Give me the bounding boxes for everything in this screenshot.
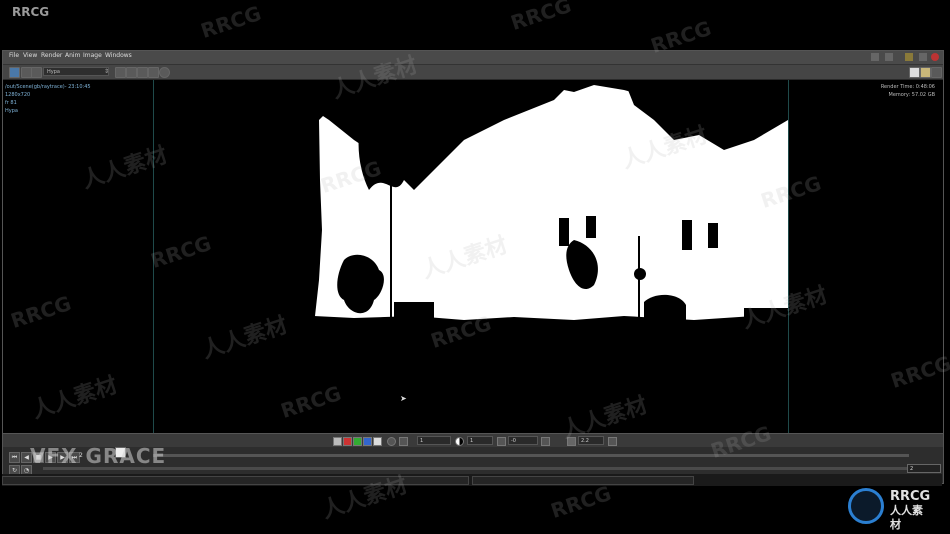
render-info-overlay: /out/Scene(gb/raytrace)- 23:10:45 1280x7… bbox=[5, 83, 91, 115]
minimize-icon[interactable] bbox=[919, 53, 927, 61]
frame-range-slider[interactable] bbox=[43, 467, 909, 470]
view-options-icon[interactable] bbox=[931, 67, 942, 78]
timeline-scrubber[interactable] bbox=[153, 454, 909, 457]
rrcg-logo-icon bbox=[848, 488, 884, 524]
mouse-cursor-icon: ➤ bbox=[400, 394, 407, 403]
select-arrow-icon: ⇕ bbox=[104, 68, 110, 75]
region-icon[interactable] bbox=[126, 67, 137, 78]
watermark-text: RRCG bbox=[547, 481, 615, 523]
offset-icon[interactable] bbox=[497, 437, 506, 446]
status-segment-left bbox=[2, 476, 469, 485]
grid-icon[interactable] bbox=[608, 437, 617, 446]
menu-view[interactable]: View bbox=[23, 52, 37, 59]
render-icon[interactable] bbox=[9, 67, 20, 78]
menu-windows[interactable]: Windows bbox=[105, 52, 132, 59]
channel-green-icon[interactable] bbox=[353, 437, 362, 446]
menu-image[interactable]: Image bbox=[83, 52, 102, 59]
exposure-icon[interactable] bbox=[455, 437, 464, 446]
render-view-window: File View Render Anim Image Windows Hypa… bbox=[2, 50, 944, 484]
rendered-mask-image bbox=[154, 80, 788, 433]
render-stats-overlay: Render Time: 0:48:06 Memory: 57.02 GB bbox=[881, 83, 935, 99]
view-single-icon[interactable] bbox=[909, 67, 920, 78]
info-icon[interactable] bbox=[159, 67, 170, 78]
menu-bar: File View Render Anim Image Windows bbox=[3, 51, 943, 65]
brand-name-cn: 人人素材 bbox=[890, 504, 923, 531]
channel-count-field[interactable]: 1 bbox=[417, 436, 451, 445]
view-color-icon[interactable] bbox=[920, 67, 931, 78]
close-icon[interactable] bbox=[931, 53, 939, 61]
channel-red-icon[interactable] bbox=[343, 437, 352, 446]
lut-icon[interactable] bbox=[541, 437, 550, 446]
pin-icon[interactable] bbox=[885, 53, 893, 61]
channel-blue-icon[interactable] bbox=[363, 437, 372, 446]
camera-icon[interactable] bbox=[148, 67, 159, 78]
lock-icon[interactable] bbox=[137, 67, 148, 78]
frame-label: fr 81 bbox=[5, 100, 17, 106]
offset-field[interactable]: -0 bbox=[508, 436, 538, 445]
brand-name: RRCG bbox=[890, 489, 931, 504]
gamma-icon[interactable] bbox=[567, 437, 576, 446]
frame-end-field[interactable]: 2 bbox=[907, 464, 941, 473]
brand-logo-block: RRCG 人人素材 bbox=[848, 488, 930, 531]
view-mode-icon[interactable] bbox=[399, 437, 408, 446]
vfx-grace-watermark: VFX GRACE bbox=[30, 444, 167, 468]
render-path-label: /out/Scene(gb/raytrace)- 23:10:45 bbox=[5, 84, 91, 90]
renderer-select[interactable]: Hypa bbox=[43, 67, 109, 76]
menu-render[interactable]: Render bbox=[41, 52, 62, 59]
toolbar: Hypa ⇕ bbox=[3, 65, 943, 80]
menu-file[interactable]: File bbox=[9, 52, 19, 59]
exposure-field[interactable]: 1 bbox=[467, 436, 493, 445]
settings-icon[interactable] bbox=[905, 53, 913, 61]
channel-rgb-icon[interactable] bbox=[333, 437, 342, 446]
render-time-label: Render Time: 0:48:06 bbox=[880, 84, 935, 90]
status-bar bbox=[2, 474, 942, 486]
top-watermark-title: RRCG bbox=[12, 5, 50, 19]
image-border-right bbox=[788, 80, 789, 433]
watermark-text: RRCG bbox=[507, 0, 575, 35]
renderer-label: Hypa bbox=[5, 108, 18, 114]
channel-alpha-icon[interactable] bbox=[373, 437, 382, 446]
memory-label: Memory: 57.02 GB bbox=[888, 92, 935, 98]
menu-anim[interactable]: Anim bbox=[65, 52, 80, 59]
help-icon[interactable] bbox=[871, 53, 879, 61]
watermark-text: RRCG bbox=[197, 1, 265, 43]
brand-text: RRCG 人人素材 bbox=[890, 490, 930, 532]
zoom-icon[interactable] bbox=[387, 437, 396, 446]
render-viewport[interactable]: /out/Scene(gb/raytrace)- 23:10:45 1280x7… bbox=[3, 80, 943, 433]
go-to-start-icon[interactable]: ⏮ bbox=[9, 452, 20, 463]
resolution-label: 1280x720 bbox=[5, 92, 31, 98]
snapshot-icon[interactable] bbox=[115, 67, 126, 78]
display-icon[interactable] bbox=[31, 67, 42, 78]
status-segment-right bbox=[472, 476, 694, 485]
gamma-field[interactable]: 2.2 bbox=[578, 436, 604, 445]
